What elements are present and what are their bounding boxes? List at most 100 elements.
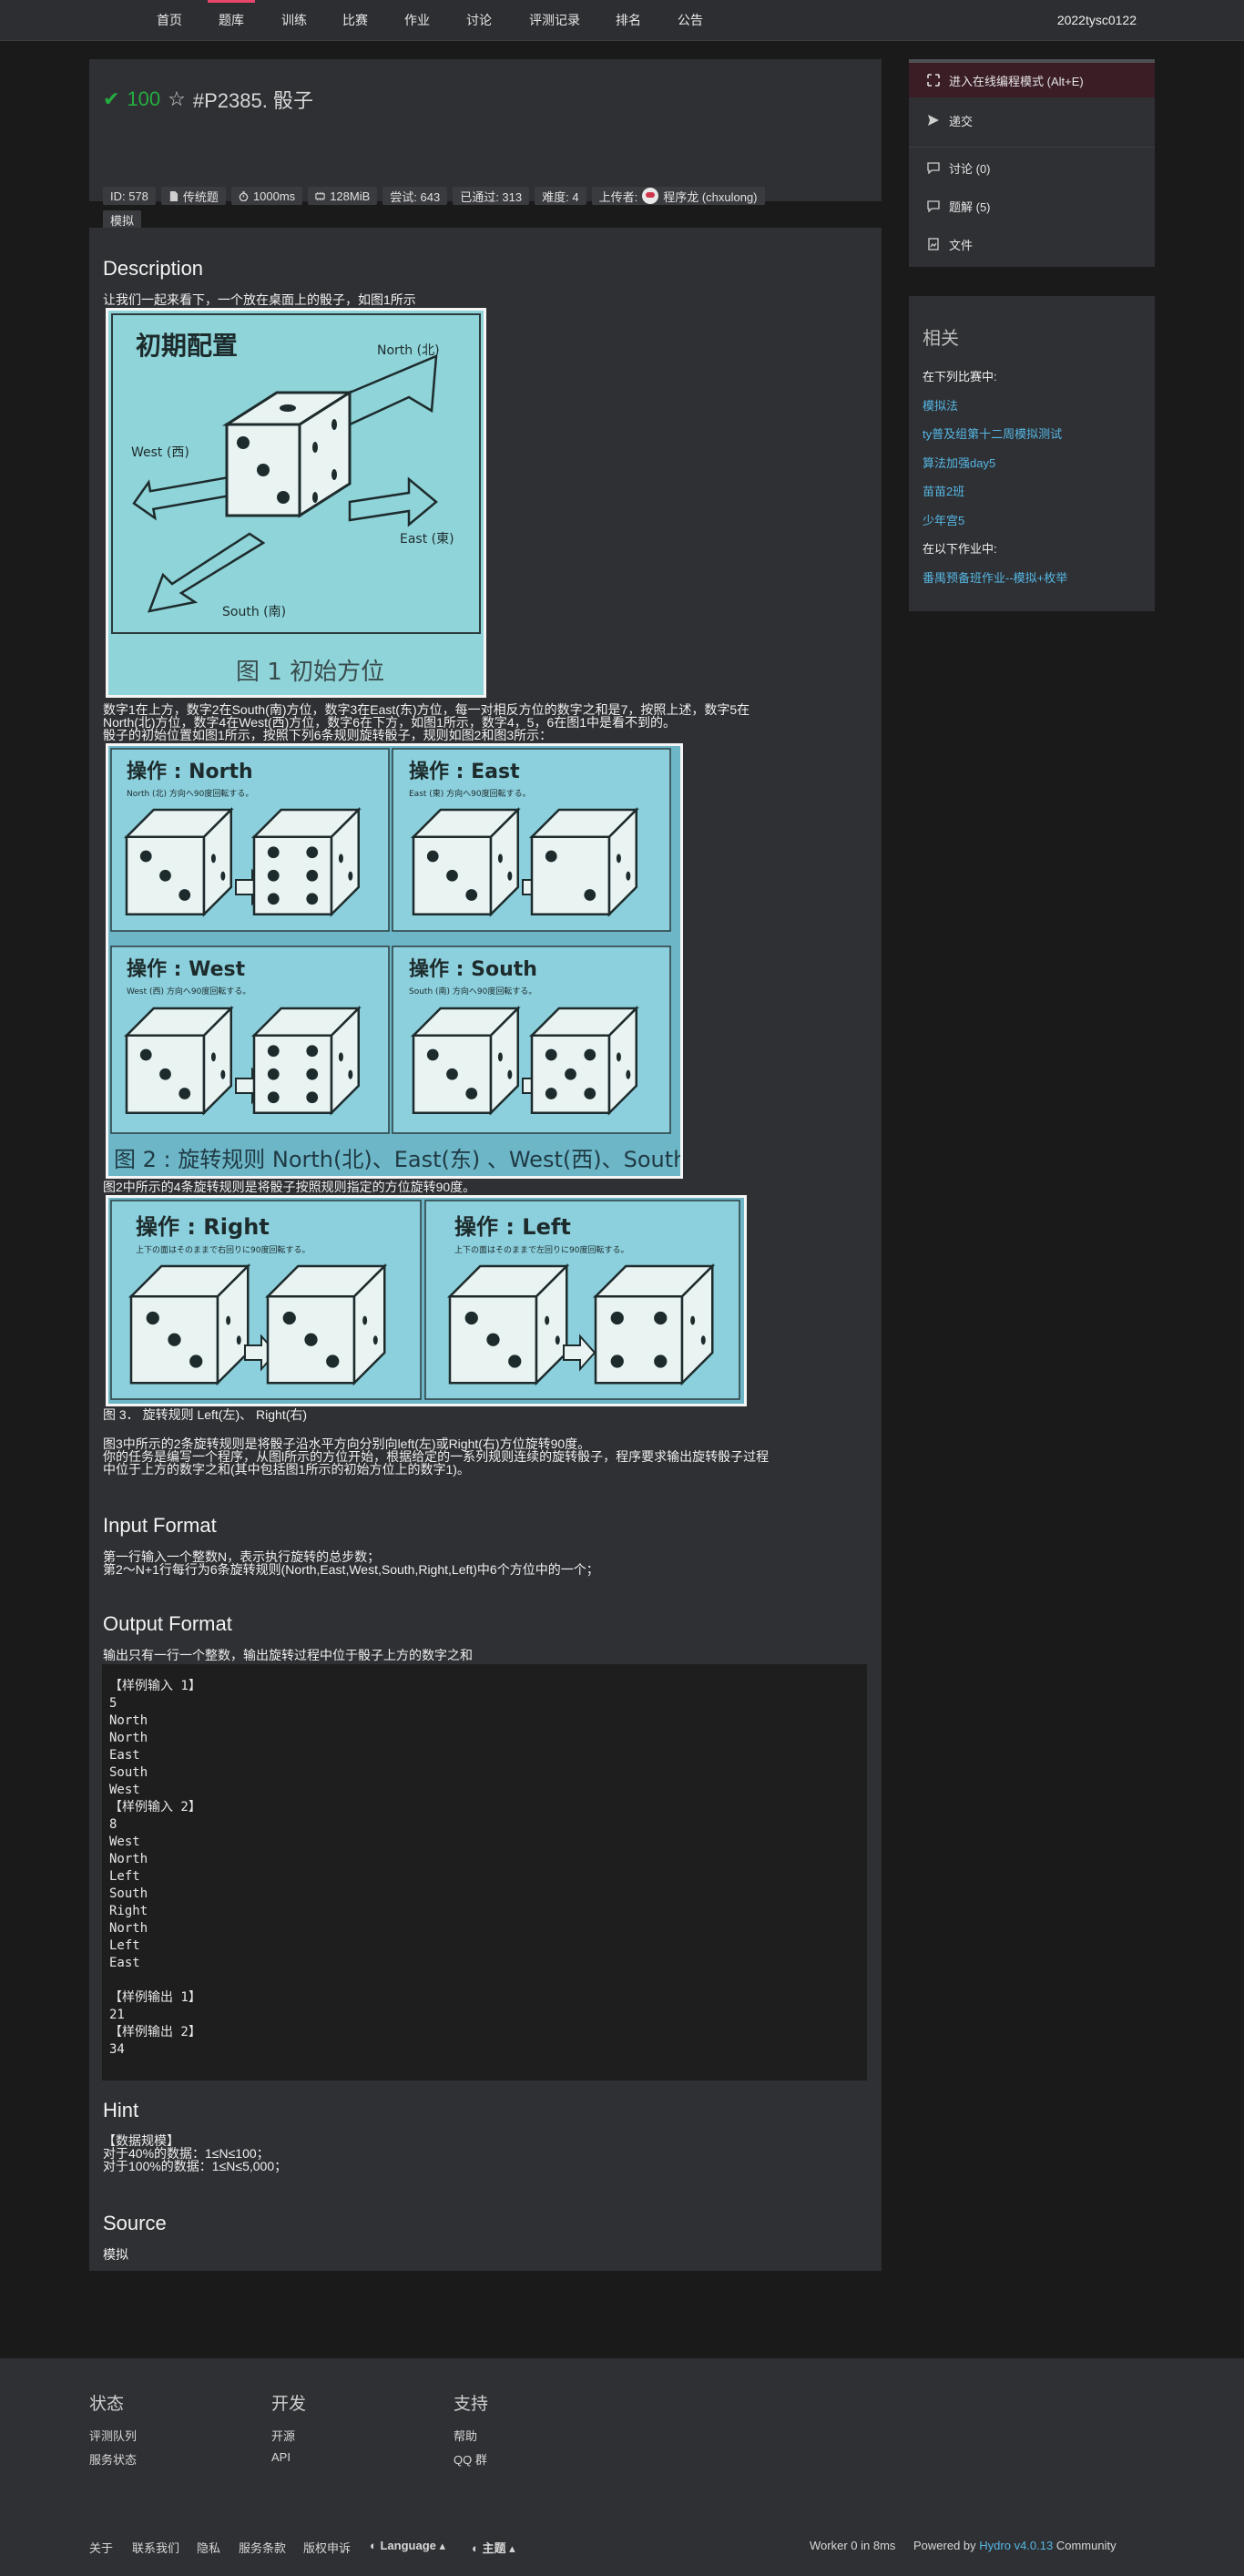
die-side-pip — [362, 1315, 368, 1325]
die-pip — [159, 869, 171, 882]
related-contest-link[interactable]: 模拟法 — [923, 396, 958, 414]
die-pip — [306, 1045, 319, 1058]
problem-score: 100 — [127, 87, 161, 110]
nav-announcements[interactable]: 公告 — [678, 0, 703, 41]
hydro-link[interactable]: Hydro v4.0.13 — [979, 2539, 1053, 2552]
solutions-link[interactable]: 题解 (5) — [909, 187, 1155, 225]
discussion-link[interactable]: 讨论 (0) — [909, 148, 1155, 187]
nav-training[interactable]: 训练 — [281, 0, 307, 41]
footer-terms[interactable]: 服务条款 — [239, 2539, 286, 2556]
footer-about[interactable]: 关于 — [89, 2539, 113, 2556]
die-pip — [267, 869, 280, 882]
caret-up-icon: ▴ — [509, 2541, 515, 2555]
files-link[interactable]: 文件 — [909, 225, 1155, 263]
nav-records[interactable]: 评测记录 — [529, 0, 580, 41]
rule-east-title: 操作 : East — [409, 761, 520, 783]
footer-link[interactable]: API — [271, 2450, 291, 2464]
powered-by: Powered by Hydro v4.0.13 Community — [913, 2539, 1117, 2552]
online-ide-label: 进入在线编程模式 (Alt+E) — [949, 74, 1084, 88]
figure-3-caption: 图 3． 旋转规则 Left(左)、 Right(右) — [103, 1407, 308, 1422]
die-side-pip — [497, 1052, 503, 1062]
files-label: 文件 — [949, 238, 974, 252]
nav-homework[interactable]: 作业 — [404, 0, 430, 41]
figure-2-rotation-rules: 操作 : North North (北) 方向へ90度回転する。 操作 : Ea… — [106, 743, 683, 1179]
related-contest-link[interactable]: ty普及组第十二周模拟测试 — [923, 424, 1062, 442]
rule-north-sub: North (北) 方向へ90度回転する。 — [127, 788, 253, 799]
nav-ranking[interactable]: 排名 — [616, 0, 641, 41]
meta-type-label: 传统题 — [182, 189, 219, 204]
die-pip — [146, 1311, 159, 1325]
problem-title-text: #P2385. 骰子 — [192, 89, 313, 112]
footer-contact[interactable]: 联系我们 — [132, 2539, 179, 2556]
meta-difficulty: 难度: 4 — [535, 187, 586, 205]
description-heading: Description — [103, 257, 204, 280]
community-label: Community — [1055, 2539, 1117, 2552]
related-contest-link[interactable]: 少年宫5 — [923, 511, 964, 528]
die-front-face — [530, 835, 611, 915]
footer-link[interactable]: 开源 — [271, 2427, 295, 2444]
die-pip — [426, 850, 439, 863]
hint-text: 【数据规模】 对于40%的数据：1≤N≤100； 对于100%的数据：1≤N≤5… — [103, 2133, 288, 2173]
figure-1-initial-orientation: 初期配置 North (北) West (西) East (東) South (… — [106, 308, 486, 698]
online-ide-button[interactable]: 进入在线编程模式 (Alt+E) — [909, 59, 1155, 97]
user-menu[interactable]: 2022tysc0122 — [1057, 0, 1137, 41]
die-side-pip — [338, 854, 343, 864]
submit-button[interactable]: 递交 — [909, 101, 1155, 139]
footer-col-title: 状态 — [89, 2395, 125, 2414]
star-icon[interactable]: ☆ — [168, 87, 186, 111]
nav-discussion[interactable]: 讨论 — [466, 0, 492, 41]
discussion-label: 讨论 (0) — [949, 161, 991, 176]
die-pip — [304, 1333, 318, 1346]
die-pip — [446, 869, 458, 882]
nav-home[interactable]: 首页 — [157, 0, 182, 41]
description-text-1: 让我们一起来看下，一个放在桌面上的骰子，如图1所示 — [103, 292, 416, 307]
footer-link[interactable]: 服务状态 — [89, 2450, 137, 2468]
source-heading: Source — [103, 2212, 167, 2234]
die-pip — [465, 889, 478, 901]
dice-initial-illustration: 初期配置 North (北) West (西) East (東) South (… — [108, 311, 484, 695]
die-pip — [326, 1354, 340, 1368]
die-pip — [306, 846, 319, 859]
comment-icon — [927, 200, 940, 212]
problem-title: ✔ 100 ☆ #P2385. 骰子 — [103, 85, 313, 114]
die-pip — [565, 1068, 576, 1080]
footer-copyright[interactable]: 版权申诉 — [303, 2539, 351, 2556]
description-text-3: 图2中所示的4条旋转规则是将骰子按照规则指定的方位旋转90度。 — [103, 1180, 476, 1194]
fig1-title: 初期配置 — [136, 331, 238, 361]
problem-actions-panel: 进入在线编程模式 (Alt+E) 递交 讨论 (0) 题解 (5) 文件 — [909, 59, 1155, 267]
related-contest-link[interactable]: 算法加强day5 — [923, 454, 995, 471]
problem-tag[interactable]: 模拟 — [103, 210, 142, 229]
image-file-icon — [928, 238, 939, 250]
powered-prefix: Powered by — [913, 2539, 976, 2552]
rule-right-title: 操作 : Right — [136, 1214, 270, 1240]
die-pip — [654, 1311, 668, 1325]
nav-problems[interactable]: 题库 — [208, 0, 255, 41]
description-text-2: 数字1在上方，数字2在South(南)方位，数字3在East(东)方位，每一对相… — [103, 702, 750, 742]
die-pip — [267, 846, 280, 859]
globe-icon: ◐ — [370, 2539, 377, 2552]
die-side-pip — [348, 1069, 353, 1079]
related-contest-link[interactable]: 苗苗2班 — [923, 482, 964, 499]
meta-uploader[interactable]: 上传者: 程序龙 (chxulong) — [591, 187, 765, 205]
die-side-pip — [372, 1335, 378, 1345]
footer-privacy[interactable]: 隐私 — [197, 2539, 220, 2556]
nav-contests[interactable]: 比赛 — [342, 0, 368, 41]
fig1-caption: 图 1 初始方位 — [236, 659, 384, 686]
footer-col-title: 开发 — [271, 2395, 307, 2414]
die-side-pip — [507, 1069, 513, 1079]
problem-header-panel: ✔ 100 ☆ #P2385. 骰子 ID: 578 传统题 1000ms 12… — [89, 59, 882, 229]
related-homework-link[interactable]: 番禺预备班作业--模拟+枚举 — [923, 568, 1067, 586]
footer-link[interactable]: 评测队列 — [89, 2427, 137, 2444]
theme-selector[interactable]: ◐ 主题 ▴ — [472, 2539, 515, 2556]
rule-north-title: 操作 : North — [127, 761, 253, 783]
die-pip — [464, 1311, 478, 1325]
die-pip — [267, 893, 280, 905]
submit-label: 递交 — [949, 114, 974, 128]
rule-south-title: 操作 : South — [409, 958, 537, 981]
die-pip — [486, 1333, 500, 1346]
meta-type: 传统题 — [160, 187, 226, 205]
die-pip — [267, 1091, 280, 1104]
language-selector[interactable]: ◐ Language ▴ — [370, 2539, 445, 2553]
footer-link[interactable]: 帮助 — [454, 2427, 477, 2444]
footer-link[interactable]: QQ 群 — [454, 2450, 487, 2468]
